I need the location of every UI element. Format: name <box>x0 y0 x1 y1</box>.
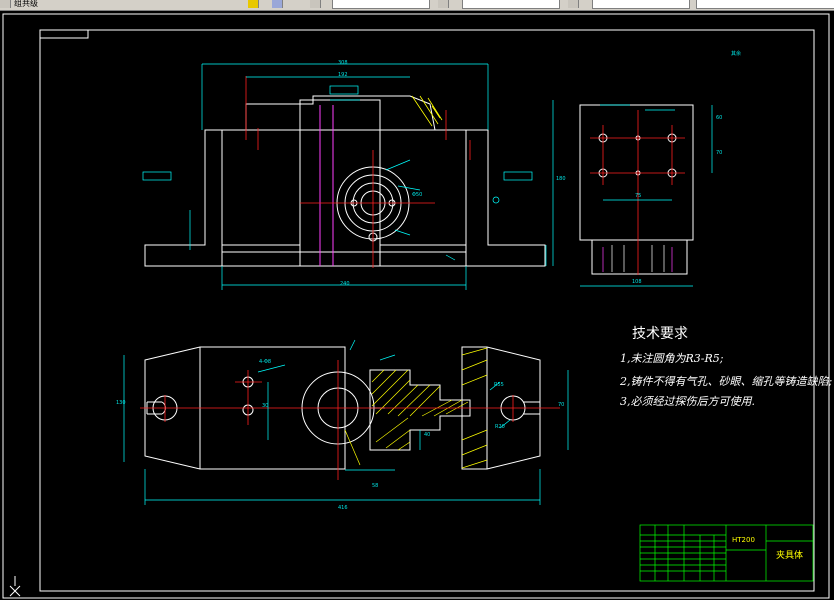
layer-states-icon[interactable] <box>272 0 283 8</box>
dim-4-phi8: 4-Φ8 <box>259 359 272 365</box>
plan-centerlines <box>140 360 560 480</box>
toolbar-title: 组共级 <box>14 0 38 8</box>
dim-192: 192 <box>338 72 348 78</box>
dim-phi50: Φ50 <box>412 192 423 198</box>
dim-308: 308 <box>338 60 348 66</box>
lineweight-icon[interactable] <box>568 0 579 8</box>
tech-requirements-title: 技术要求 <box>632 326 688 342</box>
dim-r20: R20 <box>495 424 505 430</box>
dim-70: 70 <box>716 150 723 156</box>
front-view <box>144 95 546 267</box>
dim-30: 30 <box>262 403 269 409</box>
dim-60: 60 <box>716 115 723 121</box>
drawing-canvas[interactable] <box>0 10 834 600</box>
side-hidden <box>602 247 673 272</box>
lightbulb-icon[interactable] <box>248 0 259 8</box>
dim-130: 130 <box>116 400 126 406</box>
frame-tag <box>39 29 89 39</box>
dim-r55: R55 <box>494 382 504 388</box>
plotstyle-dropdown[interactable] <box>592 0 690 9</box>
layer-icon[interactable] <box>0 0 11 8</box>
inner-frame <box>39 29 815 592</box>
dim-40: 40 <box>424 432 431 438</box>
title-block-part-name: 夹具体 <box>776 551 804 561</box>
dim-180: 180 <box>556 176 566 182</box>
match-properties-icon[interactable] <box>310 0 321 8</box>
dim-416: 416 <box>338 505 348 511</box>
roughness-note: 其余 <box>731 51 742 57</box>
plan-dims <box>123 339 569 505</box>
ucs-icon <box>9 576 21 597</box>
layer-dropdown[interactable] <box>332 0 430 9</box>
tech-note-1: 1,未注圆角为R3-R5; <box>620 352 724 365</box>
dim-240: 240 <box>340 281 350 287</box>
status-field[interactable] <box>696 0 834 9</box>
front-hidden-lines <box>319 105 334 266</box>
tech-note-2: 2,铸件不得有气孔、砂眼、缩孔等铸造缺陷; <box>620 375 833 388</box>
title-block-material: HT200 <box>732 536 755 544</box>
front-centerlines <box>245 76 471 268</box>
dim-plan-70: 70 <box>558 402 565 408</box>
dim-108: 108 <box>632 279 642 285</box>
side-view <box>579 104 694 275</box>
dim-75: 75 <box>635 193 642 199</box>
front-hatch <box>411 95 443 127</box>
dim-58: 58 <box>372 483 379 489</box>
tech-note-3: 3,必须经过探伤后方可使用. <box>620 395 755 408</box>
side-dims <box>580 104 713 287</box>
linetype-dropdown[interactable] <box>462 0 560 9</box>
color-icon[interactable] <box>438 0 449 8</box>
